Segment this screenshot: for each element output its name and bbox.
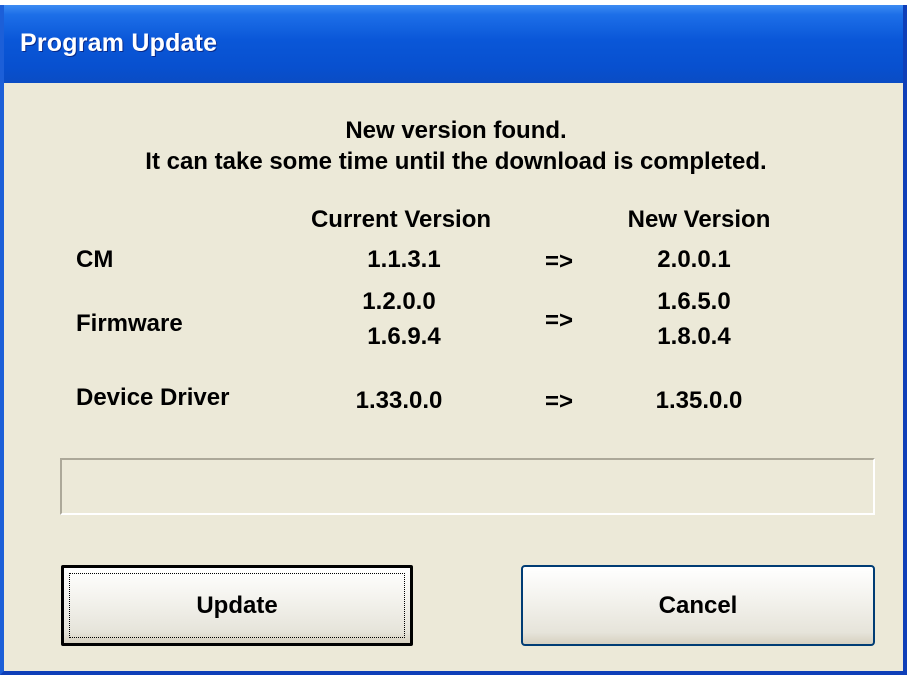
cm-arrow: => — [544, 248, 574, 275]
update-button-focus-rect: Update — [69, 573, 405, 638]
download-progress-bar — [60, 458, 875, 515]
device-driver-current-version: 1.33.0.0 — [355, 387, 443, 414]
firmware-arrow: => — [544, 307, 574, 334]
program-update-dialog: Program Update New version found. It can… — [0, 5, 907, 675]
cm-new-version: 2.0.0.1 — [657, 246, 731, 273]
firmware-current-version-1: 1.2.0.0 — [362, 288, 436, 315]
device-driver-arrow: => — [544, 388, 574, 415]
device-driver-new-version: 1.35.0.0 — [655, 387, 743, 414]
update-button-label: Update — [196, 591, 278, 619]
cancel-button-label: Cancel — [658, 591, 738, 619]
cancel-button[interactable]: Cancel — [521, 565, 875, 646]
message-line-1: New version found. — [345, 117, 567, 144]
cm-current-version: 1.1.3.1 — [367, 246, 441, 273]
message-line-2: It can take some time until the download… — [145, 148, 767, 175]
new-version-header: New Version — [627, 206, 771, 233]
title-bar[interactable]: Program Update — [4, 5, 903, 83]
component-label-cm: CM — [76, 246, 114, 273]
firmware-new-version-2: 1.8.0.4 — [657, 323, 731, 350]
cancel-button-label-wrap: Cancel — [523, 567, 873, 644]
component-label-firmware: Firmware — [76, 310, 183, 337]
component-label-device-driver: Device Driver — [76, 384, 230, 411]
update-button[interactable]: Update — [61, 565, 413, 646]
current-version-header: Current Version — [310, 206, 492, 233]
window-title: Program Update — [20, 29, 218, 57]
firmware-current-version-2: 1.6.9.4 — [367, 323, 441, 350]
firmware-new-version-1: 1.6.5.0 — [657, 288, 731, 315]
dialog-body: New version found. It can take some time… — [4, 83, 903, 671]
